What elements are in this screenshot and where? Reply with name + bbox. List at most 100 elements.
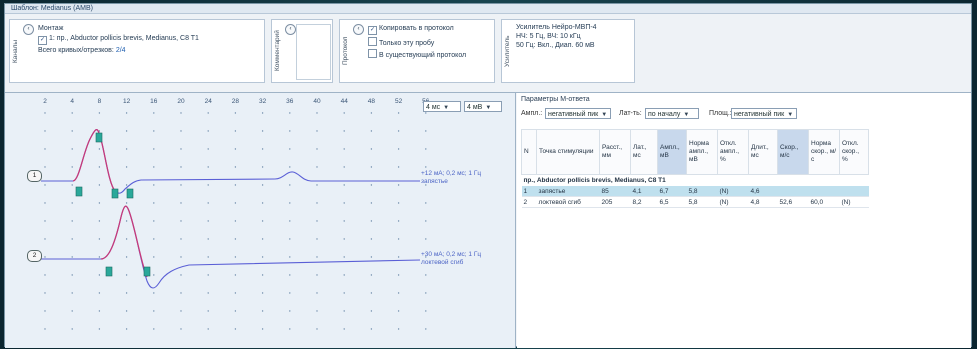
trace-1-selected-segment <box>72 128 116 192</box>
grid-dot <box>370 148 373 150</box>
column-header[interactable]: Скор., м/с <box>777 129 809 175</box>
time-tick-label: 48 <box>368 98 376 105</box>
table-body: пр., Abductor pollicis brevis, Medianus,… <box>521 175 869 208</box>
group-title: пр., Abductor pollicis brevis, Medianus,… <box>523 177 666 184</box>
trace-2-line <box>41 205 421 289</box>
grid-dot <box>289 148 291 150</box>
copy-checkbox[interactable]: ✓ <box>368 26 377 35</box>
column-header[interactable]: Длит., мс <box>748 129 778 175</box>
time-tick-label: 12 <box>123 98 131 105</box>
table-cell: (N) <box>717 186 749 197</box>
only-sample-label: Только эту пробу <box>379 40 435 47</box>
grid-dot <box>71 184 73 186</box>
time-tick-label: 24 <box>205 98 213 105</box>
grid-dot <box>125 274 128 276</box>
channel-checkbox[interactable]: ✓ <box>38 36 47 45</box>
grid-dot <box>397 256 400 258</box>
grid-dot <box>125 184 128 186</box>
cursor-marker <box>105 266 113 277</box>
comments-collapse-button[interactable]: ‹ <box>285 24 296 35</box>
column-header[interactable]: Откл. скор., % <box>839 129 869 175</box>
grid-dot <box>44 256 46 258</box>
grid-dot <box>343 184 345 186</box>
grid-dot <box>261 256 264 258</box>
cursor-marker <box>126 188 134 199</box>
total-value-link[interactable]: 2/4 <box>116 47 126 54</box>
grid-dot <box>207 328 209 330</box>
trace-1-site: запястье <box>421 178 448 185</box>
column-header[interactable]: N <box>521 129 537 175</box>
only-sample-option[interactable]: Только эту пробу <box>368 37 434 47</box>
grid-dot <box>44 328 46 330</box>
grid-dot <box>370 202 373 204</box>
grid-dot <box>98 238 101 240</box>
montage-collapse-button[interactable]: ‹ <box>23 24 34 35</box>
table-row[interactable]: 2 локтевой сгиб 205 8,2 6,5 5,8 (N) 4,8 52,6 60,0… <box>521 196 869 208</box>
latency-select[interactable]: по началу ▼ <box>645 108 699 119</box>
grid-dot <box>316 310 318 312</box>
trace-2-params: +30 мА; 0,2 мс; 1 Гц <box>421 251 482 258</box>
trace-2-channel-badge[interactable]: 2 <box>27 250 42 262</box>
grid-dot <box>98 148 101 150</box>
column-header[interactable]: Точка стимуляции <box>536 129 600 175</box>
grid-dot <box>44 292 46 294</box>
montage-channel-item[interactable]: ✓ 1: пр., Abductor pollicis brevis, Media… <box>38 35 199 45</box>
table-row[interactable]: 1 запястье 85 4,1 6,7 5,8 (N) 4,6 <box>521 186 869 197</box>
sensitivity-select[interactable]: 4 мВ ▼ <box>464 101 502 112</box>
grid-dot <box>180 166 182 168</box>
grid-dot <box>316 274 318 276</box>
area-select[interactable]: негативный пик ▼ <box>731 108 797 119</box>
grid-dot <box>370 220 373 222</box>
grid-dot <box>125 328 128 330</box>
grid-dot <box>425 220 427 222</box>
amp-select[interactable]: негативный пик ▼ <box>545 108 611 119</box>
grid-dot <box>397 310 400 312</box>
column-header[interactable]: Лат., мс <box>630 129 658 175</box>
grid-dot <box>207 292 209 294</box>
cursor-marker <box>75 186 83 197</box>
only-sample-checkbox[interactable] <box>368 37 377 46</box>
grid-dot <box>180 292 182 294</box>
grid-dot <box>153 310 155 312</box>
table-cell: 2 <box>521 196 537 208</box>
column-header[interactable]: Ампл., мВ <box>657 129 687 175</box>
table-cell: 4,8 <box>748 196 778 208</box>
grid-dot <box>153 274 155 276</box>
column-header[interactable]: Норма скор., м/с <box>808 129 840 175</box>
protocol-collapse-button[interactable]: ‹ <box>353 24 364 35</box>
trace-1-params: +12 мА; 0,2 мс; 1 Гц <box>421 170 482 177</box>
grid-dot <box>125 166 128 168</box>
grid-dot <box>234 202 237 204</box>
amplifier-name: Усилитель Нейро-МВП-4 <box>516 24 597 31</box>
grid-dot <box>343 166 345 168</box>
column-header[interactable]: Расст., мм <box>599 129 631 175</box>
grid-dot <box>261 238 264 240</box>
m-response-title: Параметры М-ответа <box>521 96 590 103</box>
waveform-graph[interactable]: 248121620242832364044485256 4 мс▼ 4 мВ▼ … <box>5 93 516 348</box>
comments-textbox[interactable] <box>296 24 331 80</box>
grid-dot <box>153 130 155 132</box>
grid-dot <box>343 112 345 114</box>
grid-dot <box>44 166 46 168</box>
grid-dot <box>397 238 400 240</box>
grid-dot <box>316 256 318 258</box>
trace-1-channel-badge[interactable]: 1 <box>27 170 42 182</box>
grid-dot <box>397 328 400 330</box>
grid-dot <box>234 310 237 312</box>
grid-dot <box>44 112 46 114</box>
grid-dot <box>343 274 345 276</box>
grid-dot <box>98 184 101 186</box>
grid-dot <box>234 112 237 114</box>
table-cell: 6,7 <box>657 186 687 197</box>
waveform-canvas[interactable]: 248121620242832364044485256 <box>5 93 515 348</box>
column-header[interactable]: Норма ампл., мВ <box>686 129 718 175</box>
sweep-select[interactable]: 4 мс ▼ <box>423 101 461 112</box>
grid-dot <box>71 112 73 114</box>
existing-checkbox[interactable] <box>368 49 377 58</box>
time-tick-label: 20 <box>177 98 185 105</box>
copy-to-protocol-option[interactable]: ✓ Копировать в протокол <box>368 25 454 35</box>
existing-protocol-option[interactable]: В существующий протокол <box>368 49 466 59</box>
column-header[interactable]: Откл. ампл., % <box>717 129 749 175</box>
grid-dot <box>397 166 400 168</box>
grid-dot <box>153 112 155 114</box>
